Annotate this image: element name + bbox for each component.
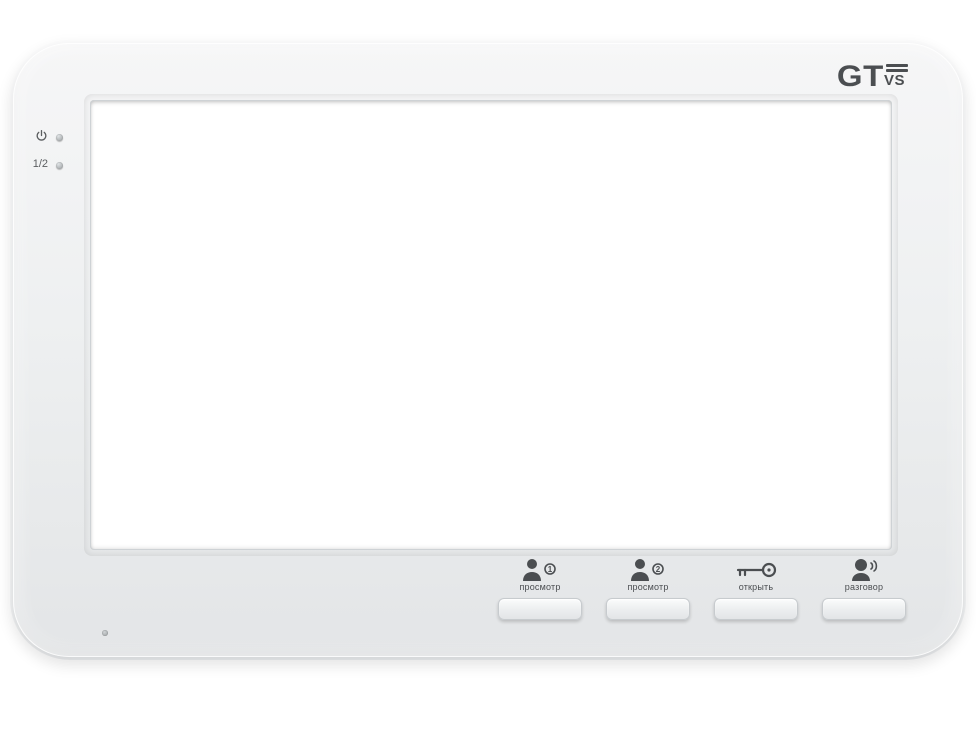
intercom-monitor-body: GT VS 1/2 — [10, 40, 966, 660]
button-label-view1: просмотр — [519, 582, 560, 592]
button-group-talk: разговор — [822, 555, 906, 620]
power-icon — [35, 129, 48, 142]
view-2-button[interactable] — [606, 598, 690, 620]
brand-bars-icon — [886, 64, 908, 72]
brand-left: GT — [837, 62, 884, 92]
button-row: 1 просмотр 2 — [498, 555, 906, 620]
button-group-view2: 2 просмотр — [606, 555, 690, 620]
button-label-view2: просмотр — [627, 582, 668, 592]
key-icon — [734, 555, 778, 581]
power-indicator-label — [26, 129, 48, 142]
brand-right-wrap: VS — [884, 64, 908, 88]
open-door-button[interactable] — [714, 598, 798, 620]
brand-right: VS — [884, 73, 905, 88]
svg-text:1: 1 — [548, 565, 553, 574]
talk-button[interactable] — [822, 598, 906, 620]
button-group-open: открыть — [714, 555, 798, 620]
channel-indicator-label: 1/2 — [26, 159, 48, 170]
microphone-hole — [102, 630, 108, 636]
person-2-icon: 2 — [628, 555, 668, 581]
button-label-talk: разговор — [845, 582, 883, 592]
view-1-button[interactable] — [498, 598, 582, 620]
svg-text:2: 2 — [656, 565, 661, 574]
person-1-icon: 1 — [520, 555, 560, 581]
product-stage: GT VS 1/2 — [0, 0, 976, 732]
display-cutout — [90, 100, 892, 550]
channel-led — [56, 162, 63, 169]
button-label-open: открыть — [739, 582, 774, 592]
button-group-view1: 1 просмотр — [498, 555, 582, 620]
power-led — [56, 134, 63, 141]
talk-icon — [847, 555, 881, 581]
brand-logo: GT VS — [839, 62, 908, 92]
